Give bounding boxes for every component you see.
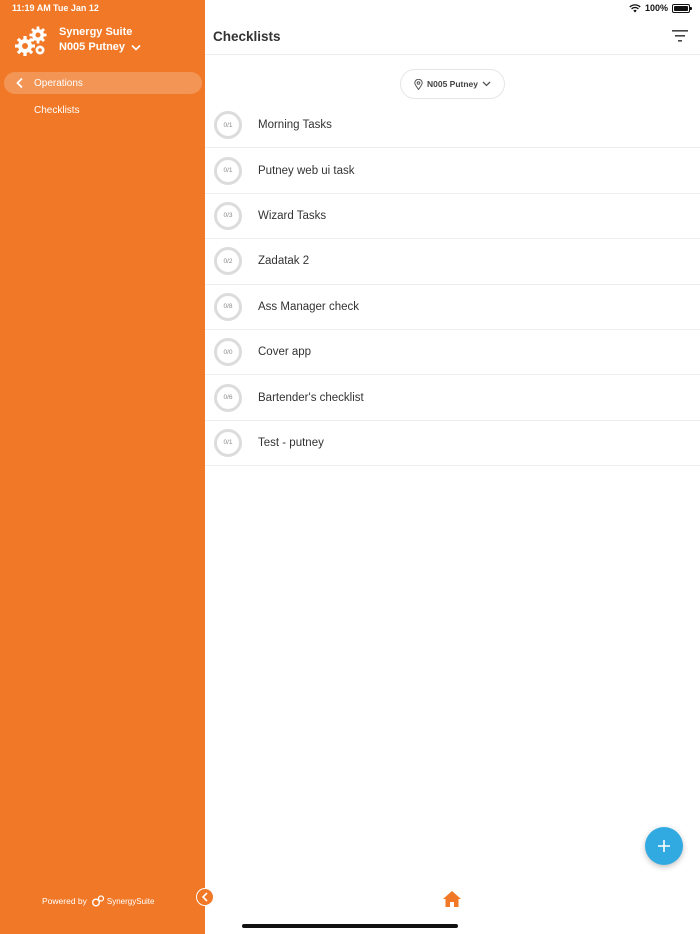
checklist-name: Bartender's checklist: [258, 391, 364, 404]
checklist-row[interactable]: 0/2 Zadatak 2: [205, 239, 700, 285]
checklist-row[interactable]: 0/6 Bartender's checklist: [205, 375, 700, 421]
progress-ring: 0/1: [214, 111, 242, 140]
chevron-left-icon: [201, 892, 208, 902]
progress-ring: 0/6: [214, 383, 242, 412]
sidebar-item-checklists[interactable]: Checklists: [34, 105, 80, 116]
operations-back-button[interactable]: Operations: [4, 72, 202, 94]
status-bar: 11:19 AM Tue Jan 12 100%: [0, 0, 700, 17]
progress-ring: 0/2: [214, 247, 242, 276]
battery-icon: [672, 3, 692, 13]
checklist-name: Wizard Tasks: [258, 209, 327, 222]
checklist-name: Morning Tasks: [258, 119, 332, 132]
powered-by-logo-icon: [91, 895, 104, 907]
checklist-row[interactable]: 0/8 Ass Manager check: [205, 285, 700, 330]
progress-ring: 0/1: [214, 156, 242, 185]
progress-ring: 0/1: [214, 428, 242, 457]
plus-icon: [658, 840, 670, 852]
main-content: Checklists N005 Putney 0/1 Morning Tasks 0…: [205, 0, 700, 934]
checklist-name: Zadatak 2: [258, 255, 310, 268]
checklist-name: Test - putney: [258, 436, 324, 449]
location-pin-icon: [414, 78, 423, 90]
location-filter-pill[interactable]: N005 Putney: [400, 69, 505, 99]
operations-label: Operations: [34, 77, 83, 89]
powered-by-brand: SynergySuite: [106, 896, 155, 906]
location-filter-label: N005 Putney: [426, 79, 479, 89]
wifi-icon: [629, 3, 641, 12]
progress-ring: 0/0: [214, 338, 242, 367]
checklist-row[interactable]: 0/3 Wizard Tasks: [205, 194, 700, 240]
home-indicator: [242, 924, 458, 928]
battery-percent: 100%: [644, 3, 668, 13]
gear-logo-icon: [15, 26, 47, 56]
progress-ring: 0/8: [214, 292, 242, 321]
chevron-left-icon: [16, 77, 23, 89]
collapse-sidebar-button[interactable]: [196, 888, 214, 906]
checklist-name: Cover app: [258, 346, 312, 359]
home-icon[interactable]: [442, 890, 462, 908]
checklist-row[interactable]: 0/1 Test - putney: [205, 421, 700, 467]
powered-by: Powered by SynergySuite: [42, 894, 154, 908]
progress-ring: 0/3: [214, 201, 242, 230]
sidebar: Synergy Suite N005 Putney Operations Che…: [0, 0, 205, 934]
page-title: Checklists: [213, 29, 281, 44]
status-time: 11:19 AM: [12, 3, 51, 13]
checklist-name: Putney web ui task: [258, 164, 355, 177]
location-name: N005 Putney: [59, 41, 126, 53]
chevron-down-icon: [482, 81, 491, 87]
checklist-row[interactable]: 0/1 Putney web ui task: [205, 148, 700, 194]
filter-icon[interactable]: [672, 29, 688, 43]
status-date: Tue Jan 12: [53, 3, 99, 13]
status-right: 100%: [629, 3, 692, 13]
chevron-down-icon: [131, 44, 141, 51]
checklist-row[interactable]: 0/0 Cover app: [205, 330, 700, 376]
brand-text: Synergy Suite N005 Putney: [59, 24, 141, 53]
brand-block: Synergy Suite N005 Putney: [13, 24, 141, 60]
checklist-row[interactable]: 0/1 Morning Tasks: [205, 103, 700, 149]
location-switcher[interactable]: N005 Putney: [59, 41, 141, 53]
checklist-name: Ass Manager check: [258, 300, 359, 313]
app-name: Synergy Suite: [59, 26, 133, 38]
checklist-list: 0/1 Morning Tasks 0/1 Putney web ui task 0/3…: [205, 103, 700, 467]
add-checklist-button[interactable]: [645, 827, 683, 865]
header: Checklists: [205, 17, 700, 55]
powered-by-label: Powered by: [42, 896, 87, 906]
